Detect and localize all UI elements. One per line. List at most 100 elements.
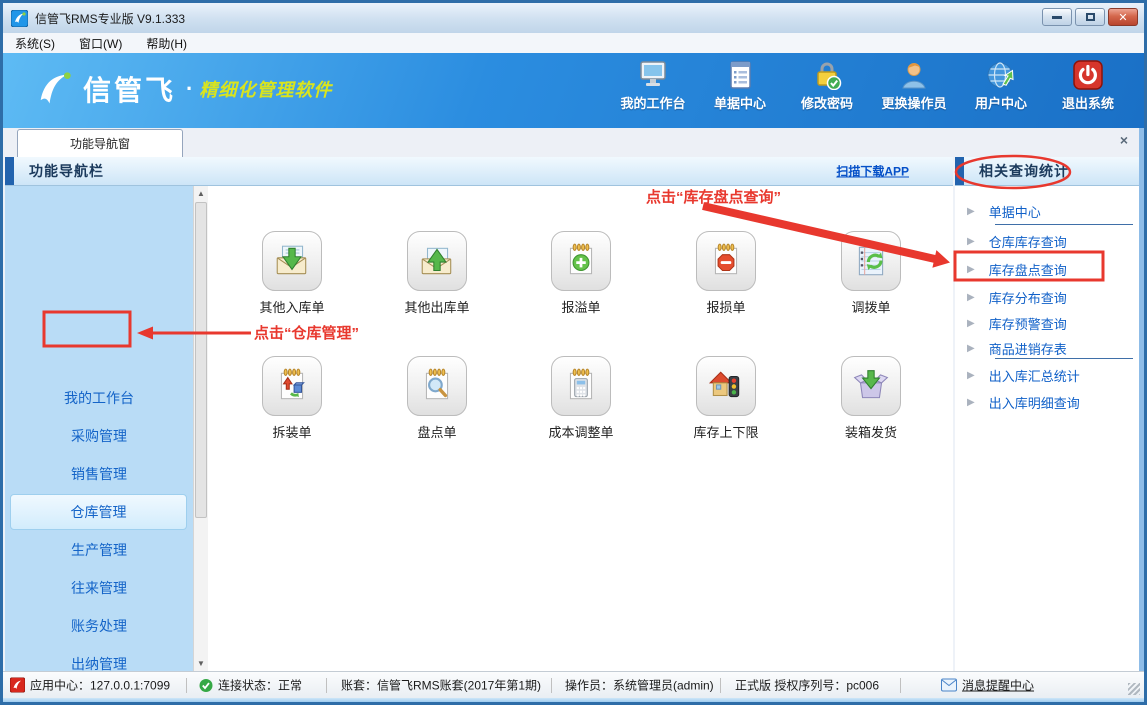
menu-window[interactable]: 窗口(W): [67, 35, 134, 52]
sidebar-item-label: 销售管理: [71, 466, 127, 482]
sidebar-item-label: 出纳管理: [71, 656, 127, 671]
grid-item-assembly-order[interactable]: 拆装单: [234, 356, 350, 441]
query-item-stock-distribution[interactable]: ▶ 库存分布查询: [955, 286, 1139, 308]
grid-item-other-outbound[interactable]: 其他出库单: [379, 231, 495, 316]
query-item-label: 单据中心: [989, 202, 1041, 221]
maximize-button[interactable]: [1075, 8, 1105, 26]
app-header: 信管飞 · 精细化管理软件 我的工作台: [3, 53, 1144, 128]
grid-item-cost-adjustment[interactable]: 成本调整单: [523, 356, 639, 441]
triangle-bullet-icon: ▶: [967, 397, 975, 408]
header-accent: [955, 157, 964, 185]
query-item-label: 库存盘点查询: [989, 260, 1067, 279]
tab-function-navigator[interactable]: 功能导航窗: [17, 129, 183, 157]
grid-item-label: 盘点单: [379, 422, 495, 441]
resize-grip-icon[interactable]: [1128, 683, 1140, 695]
scrollbar-thumb[interactable]: [195, 202, 207, 518]
divider: [900, 678, 901, 693]
query-item-psi-report[interactable]: ▶ 商品进销存表: [955, 337, 1139, 359]
triangle-bullet-icon: ▶: [967, 264, 975, 275]
scroll-down-icon[interactable]: ▼: [194, 659, 208, 668]
grid-item-label: 调拨单: [813, 297, 929, 316]
download-app-link[interactable]: 扫描下载APP: [836, 163, 909, 180]
status-text: 连接状态：正常: [218, 677, 302, 694]
triangle-bullet-icon: ▶: [967, 236, 975, 247]
toolbar-switch-operator[interactable]: 更换操作员: [874, 60, 954, 112]
sidebar-item-sales[interactable]: 销售管理: [5, 455, 193, 493]
minimize-button[interactable]: [1042, 8, 1072, 26]
status-message-center[interactable]: 消息提醒中心: [941, 677, 1034, 694]
sidebar-item-cashier[interactable]: 出纳管理: [5, 645, 193, 671]
status-text: 应用中心：127.0.0.1:7099: [30, 677, 170, 694]
sidebar-item-purchase[interactable]: 采购管理: [5, 417, 193, 455]
status-account: 账套：信管飞RMS账套(2017年第1期): [341, 677, 541, 694]
grid-item-stocktake-order[interactable]: 盘点单: [379, 356, 495, 441]
app-center-icon: [10, 678, 25, 693]
grid-item-stock-limits[interactable]: 库存上下限: [668, 356, 784, 441]
brand-name: 信管飞: [83, 69, 176, 109]
toolbar-label: 用户中心: [975, 93, 1027, 112]
triangle-bullet-icon: ▶: [967, 292, 975, 303]
toolbar-document-center[interactable]: 单据中心: [700, 60, 780, 112]
toolbar-my-workspace[interactable]: 我的工作台: [613, 60, 693, 112]
nav-panel-title: 功能导航栏: [29, 161, 104, 181]
sidebar-item-production[interactable]: 生产管理: [5, 531, 193, 569]
packing-box-icon: [852, 367, 890, 405]
panel-close-icon[interactable]: ×: [1120, 132, 1128, 148]
grid-item-label: 成本调整单: [523, 422, 639, 441]
toolbar-exit-system[interactable]: 退出系统: [1048, 60, 1128, 112]
message-center-link[interactable]: 消息提醒中心: [962, 677, 1034, 694]
query-item-inout-summary[interactable]: ▶ 出入库汇总统计: [955, 364, 1139, 386]
sidebar-scrollbar[interactable]: ▲ ▼: [193, 186, 208, 671]
power-icon: [1071, 60, 1105, 90]
divider: [186, 678, 187, 693]
grid-item-transfer-order[interactable]: 调拨单: [813, 231, 929, 316]
query-panel-header: 相关查询统计: [955, 157, 1139, 186]
operator-person-icon: [897, 60, 931, 90]
sidebar-item-my-workspace[interactable]: 我的工作台: [5, 379, 193, 417]
nav-sidebar: 我的工作台 采购管理 销售管理 仓库管理 生产管理 往来管理 账务处理 出纳管理…: [5, 186, 193, 671]
globe-arrow-icon: [984, 60, 1018, 90]
divider: [326, 678, 327, 693]
query-item-document-center[interactable]: ▶ 单据中心: [955, 200, 1139, 222]
sidebar-item-label: 账务处理: [71, 618, 127, 634]
tab-label: 功能导航窗: [70, 135, 130, 152]
status-text: 操作员：系统管理员(admin): [565, 677, 714, 694]
triangle-bullet-icon: ▶: [967, 370, 975, 381]
house-trafficlight-icon: [707, 367, 745, 405]
sidebar-item-warehouse[interactable]: 仓库管理: [10, 494, 187, 530]
sidebar-item-contacts[interactable]: 往来管理: [5, 569, 193, 607]
menu-system[interactable]: 系统(S): [3, 35, 67, 52]
sidebar-item-label: 仓库管理: [71, 504, 127, 520]
query-item-inout-detail[interactable]: ▶ 出入库明细查询: [955, 391, 1139, 413]
status-text: 账套：信管飞RMS账套(2017年第1期): [341, 677, 541, 694]
query-item-stocktake-query[interactable]: ▶ 库存盘点查询: [955, 258, 1139, 280]
query-item-warehouse-stock[interactable]: ▶ 仓库库存查询: [955, 230, 1139, 252]
app-logo-icon: [11, 10, 28, 27]
query-item-stock-warning[interactable]: ▶ 库存预警查询: [955, 312, 1139, 334]
transfer-note-icon: [852, 242, 890, 280]
toolbar-user-center[interactable]: 用户中心: [961, 60, 1041, 112]
status-connection: 连接状态：正常: [199, 677, 302, 694]
sidebar-item-accounting[interactable]: 账务处理: [5, 607, 193, 645]
grid-item-overflow-report[interactable]: 报溢单: [523, 231, 639, 316]
triangle-bullet-icon: ▶: [967, 343, 975, 354]
scroll-up-icon[interactable]: ▲: [194, 189, 208, 198]
toolbar-change-password[interactable]: 修改密码: [787, 60, 867, 112]
grid-item-packing-shipment[interactable]: 装箱发货: [813, 356, 929, 441]
sidebar-item-label: 采购管理: [71, 428, 127, 444]
divider: [551, 678, 552, 693]
menu-help[interactable]: 帮助(H): [134, 35, 199, 52]
sidebar-item-label: 我的工作台: [64, 390, 134, 406]
query-item-label: 商品进销存表: [989, 339, 1067, 358]
triangle-bullet-icon: ▶: [967, 318, 975, 329]
grid-item-label: 装箱发货: [813, 422, 929, 441]
title-bar: 信管飞RMS专业版 V9.1.333 ✕: [3, 3, 1144, 34]
divider: [995, 224, 1133, 225]
envelope-arrow-in-icon: [273, 242, 311, 280]
envelope-icon: [941, 679, 957, 692]
main-grid: 其他入库单 其他出库单 报溢单: [208, 186, 953, 671]
grid-item-other-inbound[interactable]: 其他入库单: [234, 231, 350, 316]
grid-item-damage-report[interactable]: 报损单: [668, 231, 784, 316]
brand: 信管飞 · 精细化管理软件: [33, 69, 332, 109]
close-button[interactable]: ✕: [1108, 8, 1138, 26]
